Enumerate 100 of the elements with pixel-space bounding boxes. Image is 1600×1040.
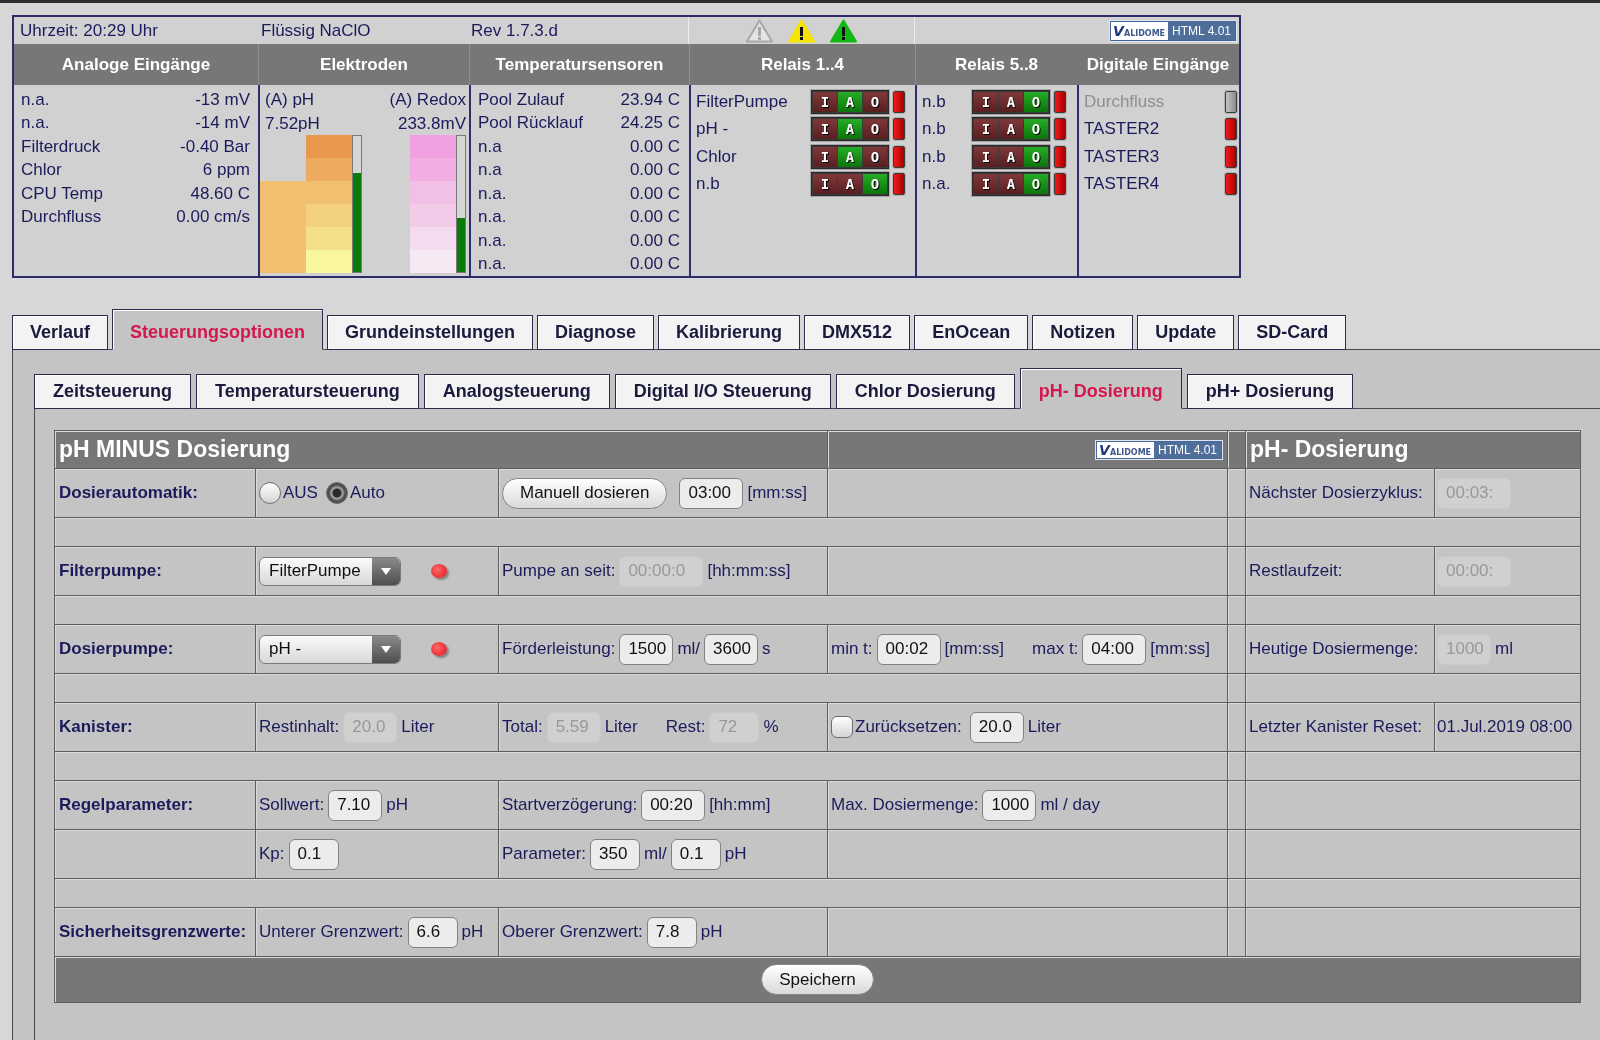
mode-button[interactable]: A <box>999 91 1023 112</box>
field-text: Kp: <box>259 844 285 864</box>
relay-name: pH - <box>696 119 730 140</box>
checkbox-label[interactable]: Zurücksetzen: <box>855 717 962 737</box>
mode-button[interactable]: O <box>1024 91 1048 112</box>
sensor-name: n.a <box>478 160 502 181</box>
tab[interactable]: Grundeinstellungen <box>327 315 534 350</box>
mode-button[interactable]: I <box>813 146 837 167</box>
input-field[interactable]: 7.10 <box>328 789 383 821</box>
input-name: Durchfluss <box>1084 91 1165 112</box>
input-field[interactable]: 1000 <box>982 789 1037 821</box>
tab[interactable]: Notizen <box>1032 315 1134 350</box>
mode-button[interactable]: I <box>813 174 837 195</box>
mode-button[interactable]: A <box>838 146 862 167</box>
tab[interactable]: Diagnose <box>537 315 655 350</box>
column-header: Relais 5..8 <box>954 54 1039 75</box>
input-field[interactable]: 7.8 <box>646 916 697 948</box>
input-field[interactable]: 1500 <box>619 633 674 665</box>
save-button[interactable]: Speichern <box>761 964 874 995</box>
field-text: Pumpe an seit: <box>502 561 616 581</box>
radio-button[interactable] <box>325 482 348 504</box>
mode-button[interactable]: A <box>838 91 862 112</box>
mode-button[interactable]: A <box>838 174 862 195</box>
caret-icon[interactable] <box>372 557 400 585</box>
mode-button[interactable]: I <box>974 174 998 195</box>
field-text: Total: <box>502 717 543 737</box>
caret-icon[interactable] <box>372 635 400 663</box>
input-field[interactable]: 00:20 <box>641 789 706 821</box>
form-title: pH- Dosierung <box>1250 436 1409 462</box>
sensor-value: 0.00 C <box>629 207 680 228</box>
field-text: ml/ <box>677 639 701 659</box>
sensor-name: Durchfluss <box>21 207 102 228</box>
sensor-name: n.a. <box>21 113 50 134</box>
input-field[interactable]: 04:00 <box>1082 633 1147 665</box>
tab[interactable]: Update <box>1137 315 1235 350</box>
tab[interactable]: Kalibrierung <box>658 315 801 350</box>
field-text: Restinhalt: <box>259 717 340 737</box>
field-text: Rest: <box>665 717 706 737</box>
mode-button[interactable]: O <box>863 119 887 140</box>
mode-button[interactable]: O <box>1024 146 1048 167</box>
sensor-value: 0.00 cm/s <box>176 207 250 228</box>
sensor-name: CPU Temp <box>21 183 103 204</box>
input-field: 5.59 <box>546 711 601 743</box>
radio-button[interactable] <box>259 482 281 504</box>
tab[interactable]: EnOcean <box>914 315 1029 350</box>
subtab[interactable]: Digital I/O Steuerung <box>614 374 831 409</box>
sensor-value: -13 mV <box>195 89 250 110</box>
mode-button[interactable]: O <box>863 146 887 167</box>
mode-button[interactable]: A <box>999 174 1023 195</box>
input-field[interactable]: 3600 <box>704 633 759 665</box>
subtab[interactable]: Temperatursteuerung <box>196 374 419 409</box>
mode-button[interactable]: A <box>999 146 1023 167</box>
dropdown[interactable]: FilterPumpe <box>259 556 401 586</box>
field-text: pH <box>724 844 747 864</box>
radio-label[interactable]: AUS <box>283 483 318 503</box>
sensor-value: 0.00 C <box>629 254 680 275</box>
dropdown[interactable]: pH - <box>259 634 401 664</box>
mode-button[interactable]: O <box>1024 174 1048 195</box>
field-text: Liter <box>401 717 435 737</box>
checkbox[interactable] <box>831 716 853 738</box>
mode-button[interactable]: O <box>863 174 887 195</box>
validator-badge[interactable]: VALIDOME HTML 4.01 <box>1110 20 1236 41</box>
input-field[interactable]: 00:02 <box>876 633 941 665</box>
field-text: max t: <box>1032 639 1079 659</box>
field-text: min t: <box>831 639 873 659</box>
sensor-name: n.a. <box>478 254 507 275</box>
mode-button[interactable]: I <box>813 119 837 140</box>
mode-button[interactable]: A <box>999 119 1023 140</box>
electrode-value: 233.8mV <box>397 112 466 135</box>
sensor-value: 23.94 C <box>620 89 680 110</box>
subtab[interactable]: Analogsteuerung <box>423 374 610 409</box>
sensor-value: 48.60 C <box>190 183 250 204</box>
field-text: ml <box>1495 639 1513 659</box>
tab[interactable]: DMX512 <box>804 315 911 350</box>
input-field[interactable]: 0.1 <box>670 838 721 870</box>
input-name: TASTER2 <box>1084 119 1160 140</box>
mode-button[interactable]: A <box>838 119 862 140</box>
subtab[interactable]: Zeitsteuerung <box>34 374 191 409</box>
input-field[interactable]: 350 <box>590 838 641 870</box>
version-text: HTML 4.01 <box>1154 441 1221 458</box>
input-field[interactable]: 03:00 <box>679 477 744 509</box>
input-field[interactable]: 0.1 <box>288 838 339 870</box>
tab[interactable]: SD-Card <box>1238 315 1347 350</box>
mode-button[interactable]: I <box>974 119 998 140</box>
mode-button[interactable]: I <box>813 91 837 112</box>
subtab[interactable]: pH+ Dosierung <box>1186 374 1354 409</box>
electrode-name: (A) pH <box>265 89 315 111</box>
mode-button[interactable]: I <box>974 146 998 167</box>
sensor-name: Filterdruck <box>21 136 101 157</box>
mode-button[interactable]: O <box>1024 119 1048 140</box>
validator-badge[interactable]: VALIDOME HTML 4.01 <box>1096 440 1222 459</box>
input-field[interactable]: 20.0 <box>969 711 1024 743</box>
mode-button[interactable]: I <box>974 91 998 112</box>
input-field[interactable]: 6.6 <box>407 916 458 948</box>
tab[interactable]: Verlauf <box>12 315 109 350</box>
radio-label[interactable]: Auto <box>349 483 385 503</box>
subtab[interactable]: Chlor Dosierung <box>835 374 1015 409</box>
column-header: Analoge Eingänge <box>61 54 211 75</box>
action-button[interactable]: Manuell dosieren <box>502 477 668 509</box>
mode-button[interactable]: O <box>863 91 887 112</box>
